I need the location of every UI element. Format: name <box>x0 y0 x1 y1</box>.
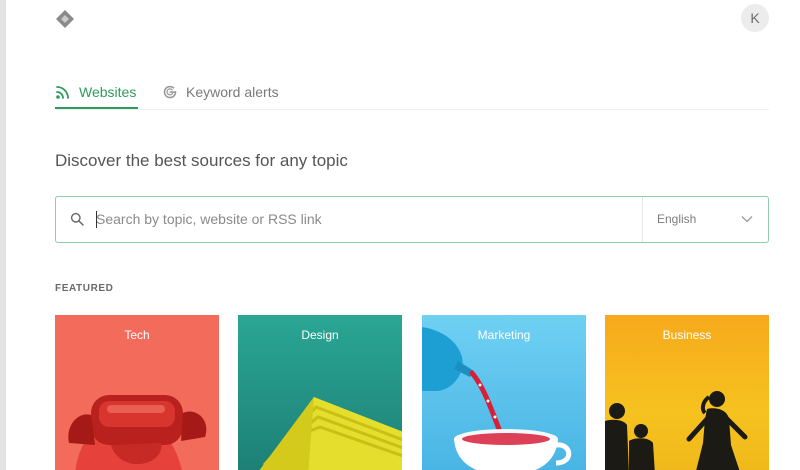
chevron-down-icon <box>741 216 753 223</box>
user-avatar[interactable]: K <box>741 4 769 32</box>
topic-card-business[interactable]: Business <box>605 315 769 470</box>
search-input[interactable] <box>96 205 636 233</box>
card-title-design: Design <box>301 328 339 342</box>
tab-keyword-alerts-label: Keyword alerts <box>186 84 279 100</box>
window-edge <box>0 0 6 470</box>
card-title-tech: Tech <box>124 328 150 342</box>
featured-heading: FEATURED <box>55 283 114 294</box>
tab-keyword-alerts[interactable]: Keyword alerts <box>162 77 279 107</box>
card-title-business: Business <box>662 328 712 342</box>
topic-card-design[interactable]: Design <box>238 315 402 470</box>
feedly-logo-icon[interactable] <box>55 9 75 29</box>
tab-bar: Websites Keyword alerts <box>55 77 769 110</box>
search-bar: English <box>55 196 769 243</box>
language-label: English <box>657 212 697 226</box>
card-title-marketing: Marketing <box>477 328 531 342</box>
search-icon <box>70 212 84 226</box>
google-alerts-icon <box>163 85 177 99</box>
topic-card-tech[interactable]: Tech <box>55 315 219 470</box>
app-window: K Websites Keyword alerts Discover the b… <box>0 0 800 470</box>
language-select[interactable]: English <box>642 197 769 242</box>
topic-card-marketing[interactable]: Marketing <box>422 315 586 470</box>
tab-websites-label: Websites <box>79 84 137 100</box>
text-cursor <box>96 211 97 228</box>
tab-websites[interactable]: Websites <box>55 77 139 109</box>
rss-icon <box>56 86 69 99</box>
page-headline: Discover the best sources for any topic <box>55 151 348 170</box>
